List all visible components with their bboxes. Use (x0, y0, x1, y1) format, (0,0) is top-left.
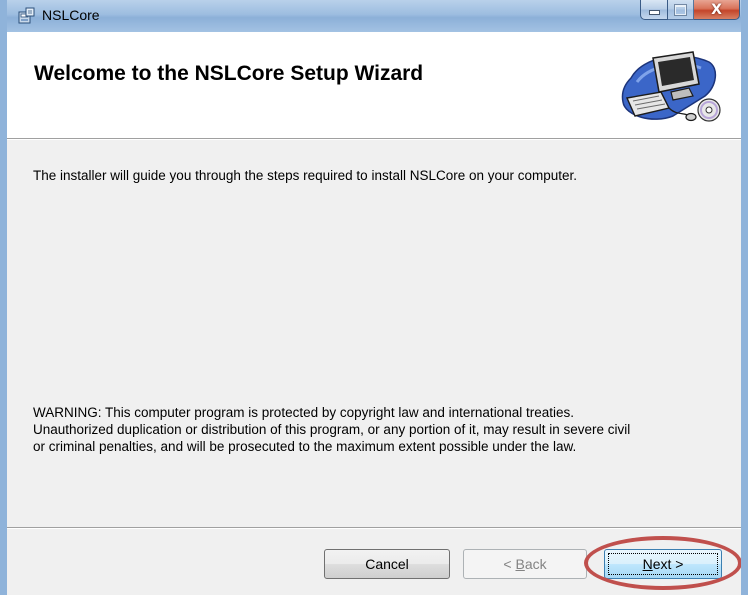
warning-line: WARNING: This computer program is protec… (33, 405, 574, 420)
next-label-rest: ext > (652, 556, 684, 572)
back-button[interactable]: < Back (463, 549, 587, 579)
back-label-rest: ack (524, 556, 547, 572)
caption-buttons: X (640, 0, 740, 20)
maximize-button[interactable] (668, 0, 694, 20)
header-banner: Welcome to the NSLCore Setup Wizard (7, 32, 741, 139)
back-button-label: < Back (503, 556, 546, 572)
dialog-client-area: Welcome to the NSLCore Setup Wizard The … (7, 32, 741, 595)
title-bar[interactable]: NSLCore X (7, 0, 741, 32)
warning-line: or criminal penalties, and will be prose… (33, 439, 577, 454)
installer-package-icon (18, 7, 35, 24)
next-button-label: Next > (643, 556, 684, 572)
next-accelerator: N (642, 556, 653, 572)
page-title: Welcome to the NSLCore Setup Wizard (34, 62, 424, 85)
minimize-icon (648, 10, 660, 15)
minimize-button[interactable] (640, 0, 668, 20)
footer-divider-highlight (7, 528, 741, 529)
banner-divider (7, 139, 741, 140)
intro-text: The installer will guide you through the… (33, 168, 578, 183)
window-title: NSLCore (42, 7, 100, 23)
computer-setup-icon (621, 51, 721, 122)
close-icon: X (711, 1, 722, 18)
maximize-icon (675, 4, 686, 15)
back-accelerator: B (515, 556, 525, 572)
next-button[interactable]: Next > (604, 549, 722, 579)
cancel-button-label: Cancel (365, 556, 409, 572)
setup-wizard-window: NSLCore X Welcome to the NSLCore Setup W… (0, 0, 748, 595)
cancel-button[interactable]: Cancel (324, 549, 450, 579)
back-prefix: < (503, 556, 516, 572)
copyright-warning: WARNING: This computer program is protec… (33, 404, 723, 455)
close-button[interactable]: X (694, 0, 740, 20)
warning-line: Unauthorized duplication or distribution… (33, 422, 631, 437)
